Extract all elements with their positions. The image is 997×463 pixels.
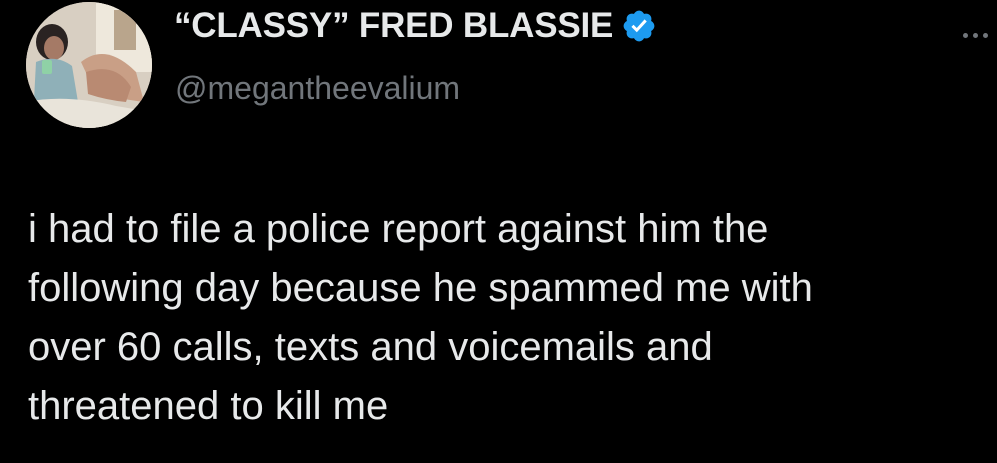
- verified-badge-icon: [621, 8, 657, 44]
- avatar-photo: [26, 2, 152, 128]
- tweet-text-line: threatened to kill me: [28, 384, 389, 428]
- tweet-text-line: over 60 calls, texts and voicemails and: [28, 325, 713, 369]
- tweet: “CLASSY” FRED BLASSIE @megantheevalium i…: [0, 0, 997, 463]
- more-options-icon[interactable]: [963, 29, 997, 41]
- profile-avatar[interactable]: [26, 2, 152, 128]
- author-name-row[interactable]: “CLASSY” FRED BLASSIE: [174, 6, 657, 46]
- author-display-name[interactable]: “CLASSY” FRED BLASSIE: [174, 6, 613, 46]
- tweet-text-line: i had to file a police report against hi…: [28, 207, 769, 251]
- author-handle[interactable]: @megantheevalium: [175, 70, 460, 107]
- more-dot: [963, 32, 968, 38]
- tweet-text-line: following day because he spammed me with: [28, 266, 813, 310]
- more-dot: [973, 32, 978, 38]
- more-dot: [983, 32, 988, 38]
- tweet-text: i had to file a police report against hi…: [28, 200, 988, 436]
